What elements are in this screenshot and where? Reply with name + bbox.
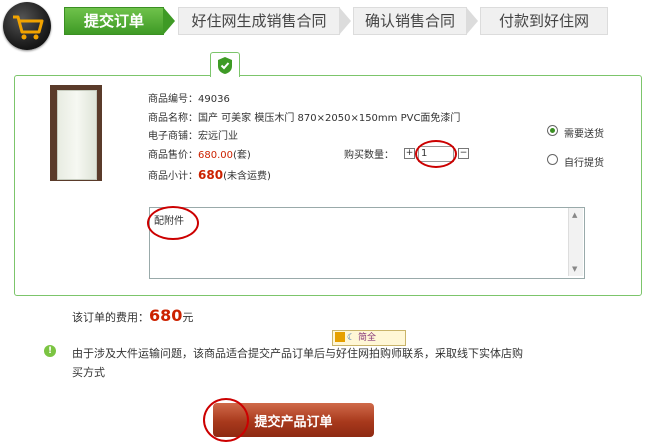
self-pickup-label: 自行提货 — [564, 158, 604, 169]
notice-info-icon: ! — [44, 345, 56, 357]
notes-scrollbar[interactable]: ▲ ▼ — [568, 208, 583, 276]
product-name-label: 商品名称： — [148, 113, 198, 124]
price-unit: (套) — [233, 150, 251, 161]
step-confirm-contract: 确认销售合同 — [353, 7, 467, 35]
step-pay: 付款到好住网 — [480, 7, 608, 35]
shopping-cart-icon — [3, 2, 51, 50]
scroll-up-icon[interactable]: ▲ — [572, 211, 577, 219]
store-label: 电子商铺： — [148, 131, 198, 142]
order-fee-row: 该订单的费用：680元 — [72, 306, 193, 325]
step-arrow — [466, 7, 478, 35]
subtotal-row: 商品小计：680(未含运费) — [148, 167, 271, 182]
step-generate-contract: 好住网生成销售合同 — [178, 7, 340, 35]
product-name: 国产 可美家 模压木门 870×2050×150mm PVC面免漆门 — [198, 113, 461, 124]
submit-annotation-circle — [203, 398, 249, 442]
notes-textarea[interactable]: 配附件 — [149, 207, 585, 279]
product-code: 49036 — [198, 94, 230, 105]
step-arrow — [339, 7, 351, 35]
quantity-annotation-circle — [415, 140, 457, 168]
store-name[interactable]: 宏远门业 — [198, 131, 238, 142]
notice-line-1: 由于涉及大件运输问题，该商品适合提交产品订单后与好住网拍购师联系，采取线下实体店… — [72, 347, 523, 360]
moon-icon: ☾ — [347, 333, 356, 343]
price-label: 商品售价： — [148, 150, 198, 161]
order-fee-label: 该订单的费用： — [72, 311, 149, 324]
subtotal-value: 680 — [198, 168, 224, 182]
step-submit-order: 提交订单 — [64, 7, 164, 35]
scroll-down-icon[interactable]: ▼ — [572, 265, 577, 273]
need-delivery-label: 需要送货 — [564, 129, 604, 140]
step-arrow — [163, 7, 175, 35]
ime-logo: ☾ 简全 — [332, 330, 406, 346]
radio-need-delivery[interactable] — [547, 125, 558, 136]
notes-annotation-circle — [147, 206, 199, 240]
notice-line-2: 买方式 — [72, 366, 105, 379]
ime-logo-icon — [335, 332, 345, 342]
price-value: 680.00 — [198, 150, 233, 161]
quantity-plus-button[interactable]: + — [404, 148, 415, 159]
quantity-label: 购买数量： — [344, 150, 394, 161]
order-fee-amount: 680 — [149, 306, 183, 325]
store-row: 电子商铺：宏远门业 — [148, 127, 238, 142]
shield-check-icon — [218, 57, 232, 74]
radio-self-pickup[interactable] — [547, 154, 558, 165]
verified-tab — [210, 52, 240, 77]
subtotal-note: (未含运费) — [223, 171, 271, 182]
product-code-row: 商品编号：49036 — [148, 90, 230, 105]
product-image-door — [57, 90, 97, 180]
product-name-row: 商品名称：国产 可美家 模压木门 870×2050×150mm PVC面免漆门 — [148, 109, 460, 124]
product-code-label: 商品编号： — [148, 94, 198, 105]
ime-logo-text: 简全 — [357, 333, 376, 343]
price-row: 商品售价：680.00(套) — [148, 146, 251, 161]
quantity-minus-button[interactable]: − — [458, 148, 469, 159]
order-fee-unit: 元 — [182, 311, 194, 324]
subtotal-label: 商品小计： — [148, 171, 198, 182]
